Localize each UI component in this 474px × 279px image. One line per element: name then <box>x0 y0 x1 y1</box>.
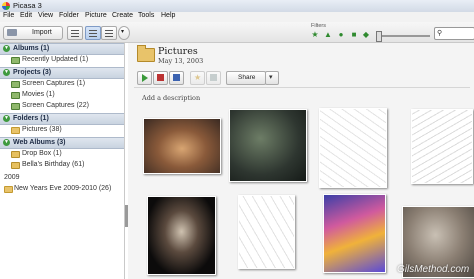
movie-button[interactable] <box>153 71 168 85</box>
location-filter-icon[interactable]: ◆ <box>362 31 370 39</box>
description-field[interactable]: Add a description <box>142 94 200 102</box>
section-label: Folders (1) <box>13 115 49 122</box>
menu-view[interactable]: View <box>38 12 53 19</box>
star-button[interactable]: ★ <box>190 71 205 85</box>
share-button[interactable]: Share <box>226 71 266 85</box>
search-input[interactable]: ⚲ <box>434 27 474 40</box>
folder-title: Pictures <box>158 46 198 57</box>
star-icon: ★ <box>194 73 202 82</box>
web-album-icon <box>11 162 20 169</box>
list-item[interactable]: Bella's Birthday (61) <box>0 160 124 171</box>
menu-bar: File Edit View Folder Picture Create Too… <box>0 12 474 22</box>
item-label: Bella's Birthday (61) <box>22 161 85 168</box>
share-label: Share <box>238 74 256 81</box>
photo-thumbnail[interactable] <box>238 195 295 269</box>
import-label: Import <box>32 29 52 36</box>
menu-help[interactable]: Help <box>161 12 175 19</box>
list-item[interactable]: Screen Captures (1) <box>0 79 124 90</box>
person-filter-icon[interactable]: ● <box>337 31 345 39</box>
photo-thumbnail[interactable] <box>411 109 473 184</box>
folder-icon <box>137 45 155 62</box>
list-item[interactable]: Screen Captures (22) <box>0 101 124 112</box>
section-folders[interactable]: ▼ Folders (1) <box>0 113 124 125</box>
picasa-logo-icon <box>2 2 10 10</box>
item-label: Movies (1) <box>22 91 55 98</box>
menu-create[interactable]: Create <box>112 12 133 19</box>
section-label: Projects (3) <box>13 69 52 76</box>
chevron-down-icon: ▾ <box>269 74 273 81</box>
main-panel: Pictures May 13, 2003 ★ Share ▾ Add a de… <box>128 43 474 279</box>
list-item[interactable]: New Years Eve 2009-2010 (26) <box>0 184 124 195</box>
movie-icon <box>157 74 164 81</box>
folder-icon <box>11 127 20 134</box>
collapse-icon[interactable]: ▼ <box>3 45 10 52</box>
filter-slider-handle[interactable] <box>376 31 382 42</box>
video-filter-icon[interactable]: ■ <box>350 31 358 39</box>
collapse-icon[interactable]: ▼ <box>3 139 10 146</box>
save-button[interactable] <box>206 71 221 85</box>
collage-button[interactable] <box>169 71 184 85</box>
menu-picture[interactable]: Picture <box>85 12 107 19</box>
filter-slider-track[interactable] <box>376 35 430 37</box>
import-icon <box>7 29 17 36</box>
folder-icon <box>4 186 13 193</box>
item-label: Drop Box (1) <box>22 150 62 157</box>
folder-date: May 13, 2003 <box>158 57 204 65</box>
watermark-text: GilsMethod.com <box>397 264 470 275</box>
item-label: New Years Eve 2009-2010 (26) <box>14 185 112 192</box>
left-panel: ▼ Albums (1) Recently Updated (1) ▼ Proj… <box>0 43 125 279</box>
toolbar: Import ▾ Filters ★ ▲ ● ■ ◆ <box>0 22 474 43</box>
save-icon <box>210 74 217 81</box>
album-icon <box>11 57 20 64</box>
project-icon <box>11 103 20 110</box>
menu-folder[interactable]: Folder <box>59 12 79 19</box>
play-icon <box>142 74 148 82</box>
menu-edit[interactable]: Edit <box>20 12 32 19</box>
photo-thumbnail[interactable] <box>323 194 386 273</box>
menu-file[interactable]: File <box>3 12 14 19</box>
collapse-icon[interactable]: ▼ <box>3 69 10 76</box>
star-filter-icon[interactable]: ★ <box>311 31 319 39</box>
web-album-icon <box>11 151 20 158</box>
photo-thumbnail[interactable] <box>229 109 307 182</box>
view-grid-button[interactable] <box>85 26 101 40</box>
menu-tools[interactable]: Tools <box>138 12 154 19</box>
item-label: Pictures (38) <box>22 126 62 133</box>
window-title: Picasa 3 <box>13 1 42 10</box>
year-label: 2009 <box>4 174 20 181</box>
photo-thumbnail[interactable] <box>147 196 216 275</box>
view-dropdown-button[interactable]: ▾ <box>118 26 130 40</box>
collapse-icon[interactable]: ▼ <box>3 115 10 122</box>
collage-icon <box>173 74 180 81</box>
share-dropdown-button[interactable]: ▾ <box>265 71 279 85</box>
view-library-button[interactable] <box>67 26 83 40</box>
view-details-button[interactable] <box>101 26 117 40</box>
chevron-down-icon: ▾ <box>121 29 125 35</box>
filters-label: Filters <box>311 23 326 29</box>
play-slideshow-button[interactable] <box>137 71 152 85</box>
project-icon <box>11 92 20 99</box>
photo-thumbnail[interactable] <box>319 108 387 188</box>
list-item[interactable]: Movies (1) <box>0 90 124 101</box>
section-albums[interactable]: ▼ Albums (1) <box>0 43 124 55</box>
section-web-albums[interactable]: ▼ Web Albums (3) <box>0 137 124 149</box>
item-label: Screen Captures (1) <box>22 80 86 87</box>
photo-thumbnail[interactable] <box>143 118 221 174</box>
list-item[interactable]: Drop Box (1) <box>0 149 124 160</box>
divider <box>134 87 470 88</box>
section-label: Albums (1) <box>13 45 50 52</box>
section-label: Web Albums (3) <box>13 139 66 146</box>
magnifier-icon: ⚲ <box>437 30 443 37</box>
item-label: Recently Updated (1) <box>22 56 89 63</box>
section-projects[interactable]: ▼ Projects (3) <box>0 67 124 79</box>
project-icon <box>11 81 20 88</box>
import-button[interactable]: Import <box>3 26 63 40</box>
upload-filter-icon[interactable]: ▲ <box>324 31 332 39</box>
list-item[interactable]: Recently Updated (1) <box>0 55 124 66</box>
list-item[interactable]: Pictures (38) <box>0 125 124 136</box>
item-label: Screen Captures (22) <box>22 102 89 109</box>
